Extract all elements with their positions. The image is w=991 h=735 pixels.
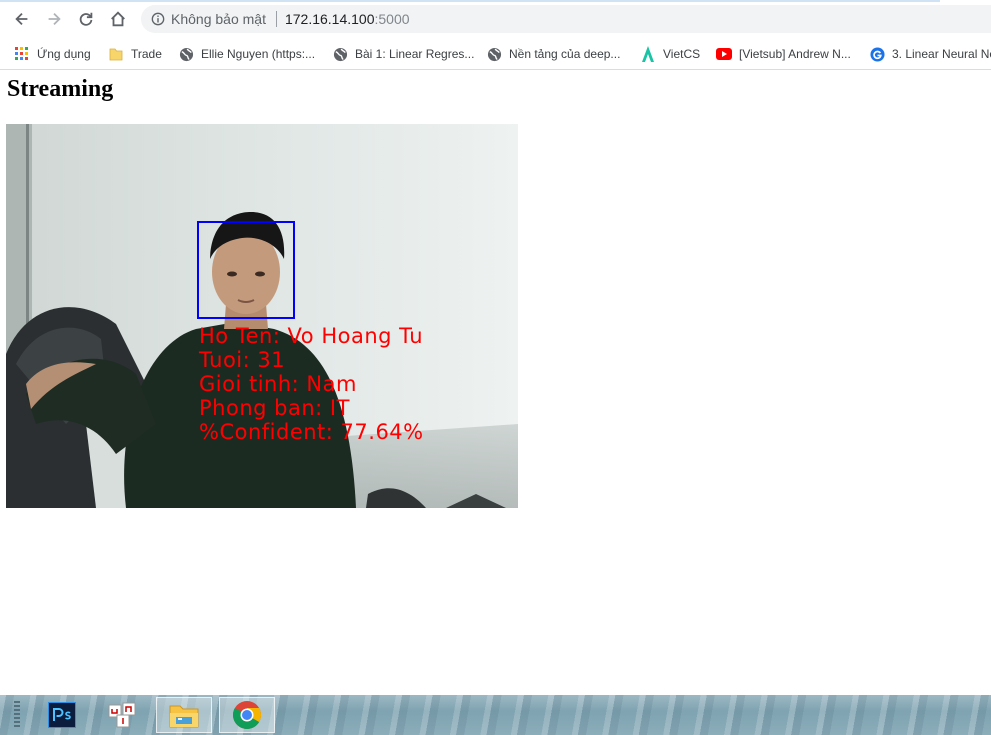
reload-button[interactable] [74,7,98,31]
overlay-confidence: %Confident: 77.64% [199,420,424,444]
address-separator [275,11,277,27]
home-button[interactable] [106,7,130,31]
file-explorer-icon [169,705,199,728]
photoshop-icon [48,702,76,728]
camera-frame [6,124,518,508]
bookmark-andrew-ng[interactable]: [Vietsub] Andrew N... [716,44,851,64]
page-title: Streaming [7,76,114,102]
bookmark-deep-learning[interactable]: Nền tảng của deep... [486,44,620,64]
taskbar-grip[interactable] [14,701,20,729]
globe-icon [486,46,502,62]
overlay-name: Ho Ten: Vo Hoang Tu [199,324,424,348]
youtube-icon [716,46,732,62]
browser-toolbar: Không bảo mật 172.16.14.100 :5000 [0,0,991,38]
bookmark-label: VietCS [663,47,701,61]
unikey-icon [108,702,136,728]
forward-arrow-icon [48,12,61,26]
taskbar-photoshop[interactable] [34,697,90,733]
chrome-icon [233,701,261,729]
g-logo-icon [869,46,885,62]
overlay-age: Tuoi: 31 [199,348,286,372]
bookmark-label: [Vietsub] Andrew N... [739,47,851,61]
taskbar-file-explorer[interactable] [156,697,212,733]
url-port[interactable]: :5000 [375,11,410,27]
bookmark-label: Ứng dụng [37,47,91,61]
overlay-gender: Gioi tinh: Nam [199,372,357,396]
info-icon[interactable] [151,12,165,26]
globe-icon [178,46,194,62]
vietcs-icon [640,46,656,62]
back-button[interactable] [10,7,34,31]
bookmark-label: Ellie Nguyen (https:... [201,47,316,61]
folder-icon [108,46,124,62]
bookmark-label: 3. Linear Neural Ne [892,47,991,61]
bookmark-label: Trade [131,47,162,61]
back-arrow-icon [15,12,28,26]
reload-icon [79,12,93,26]
url-host[interactable]: 172.16.14.100 [285,11,375,27]
overlay-department: Phong ban: IT [199,396,350,420]
bookmark-ellie[interactable]: Ellie Nguyen (https:... [178,44,315,64]
taskbar-chrome[interactable] [219,697,275,733]
bookmark-vietcs[interactable]: VietCS [640,44,700,64]
bookmarks-bar: Ứng dụng Trade Ellie Nguyen (https:... B… [0,38,991,70]
forward-button[interactable] [42,7,66,31]
taskbar [0,695,991,735]
address-bar[interactable]: Không bảo mật 172.16.14.100 :5000 [141,5,991,33]
bookmark-apps[interactable]: Ứng dụng [14,44,91,64]
bookmark-label: Bài 1: Linear Regres... [355,47,475,61]
home-icon [111,11,125,27]
taskbar-unikey[interactable] [95,697,151,733]
security-label[interactable]: Không bảo mật [171,11,266,27]
bookmark-label: Nền tảng của deep... [509,47,621,61]
tab-strip-edge [0,0,940,2]
globe-icon [332,46,348,62]
video-stream: Ho Ten: Vo Hoang Tu Tuoi: 31 Gioi tinh: … [6,124,518,508]
bookmark-trade[interactable]: Trade [108,44,162,64]
bookmark-linear-regression[interactable]: Bài 1: Linear Regres... [332,44,474,64]
bookmark-linear-neural-net[interactable]: 3. Linear Neural Ne [869,44,991,64]
apps-grid-icon [14,46,30,62]
